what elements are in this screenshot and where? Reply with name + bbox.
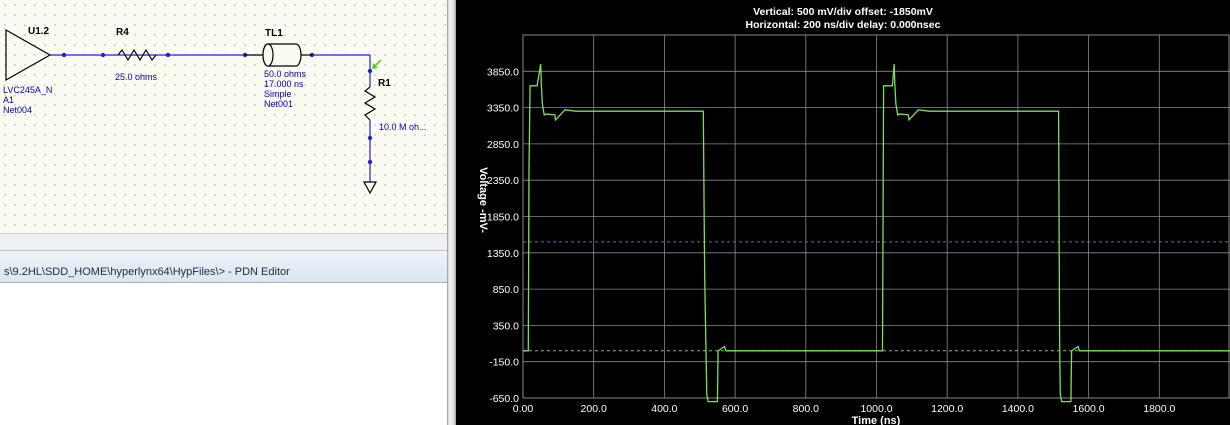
- ground-icon: [362, 181, 378, 195]
- pdn-editor-body[interactable]: [0, 283, 447, 425]
- oscilloscope-chart: Vertical: 500 mV/div offset: -1850mV Hor…: [477, 6, 1230, 425]
- pin-dot: [367, 68, 373, 74]
- x-tick-label: 1600.0: [1073, 403, 1105, 415]
- buffer-symbol-u1[interactable]: [5, 28, 52, 82]
- y-tick-label: 2850.0: [487, 139, 519, 151]
- u1-net-label: Net004: [3, 105, 32, 115]
- u1-pin-label: A1: [3, 95, 14, 105]
- junction-dots: [61, 52, 373, 165]
- x-axis-label: Time (ns): [852, 415, 901, 425]
- y-tick-label: 850.0: [493, 284, 519, 296]
- y-tick-label: 3850.0: [487, 66, 519, 78]
- transmission-line-symbol-tl1[interactable]: [245, 43, 312, 67]
- tl1-net-label: Net001: [264, 99, 293, 109]
- x-tick-label: 1200.0: [931, 403, 963, 415]
- window-splitter[interactable]: [447, 0, 456, 425]
- tick-labels: 0.00 200.0 400.0 600.0 800.0 1000.0 1200.0 1400…: [487, 66, 1176, 415]
- y-tick-label: -150.0: [489, 357, 519, 369]
- x-tick-label: 800.0: [793, 403, 819, 415]
- pdn-editor-title: s\9.2HL\SDD_HOME\hyperlynx64\HypFiles\> …: [4, 266, 290, 278]
- y-tick-label: 3350.0: [487, 103, 519, 115]
- oscilloscope-panel[interactable]: Vertical: 500 mV/div offset: -1850mV Hor…: [456, 0, 1230, 425]
- r4-value-label: 25.0 ohms: [115, 72, 158, 82]
- x-tick-label: 1000.0: [860, 403, 892, 415]
- pin-dot: [100, 52, 106, 58]
- r4-ref-label: R4: [116, 27, 129, 38]
- tl1-type-label: Simple: [264, 89, 292, 99]
- x-tick-label: 1800.0: [1143, 403, 1175, 415]
- tl1-ref-label: TL1: [265, 28, 283, 39]
- y-tick-label: 350.0: [493, 320, 519, 332]
- u1-ref-label: U1.2: [28, 26, 50, 37]
- y-tick-label: 2350.0: [487, 175, 519, 187]
- scope-horizontal-settings: Horizontal: 200 ns/div delay: 0.000nsec: [746, 19, 941, 31]
- scope-vertical-settings: Vertical: 500 mV/div offset: -1850mV: [753, 6, 933, 18]
- x-tick-label: 200.0: [581, 403, 607, 415]
- pin-dot: [165, 52, 171, 58]
- r1-ref-label: R1: [378, 78, 391, 89]
- net-wires: [50, 54, 371, 182]
- x-tick-label: 400.0: [651, 403, 677, 415]
- tl1-impedance-label: 50.0 ohms: [264, 69, 307, 79]
- tl1-delay-label: 17.000 ns: [264, 79, 304, 89]
- schematic-canvas[interactable]: U1.2 LVC245A_N A1 Net004 R4 25.0 ohms TL…: [0, 0, 448, 251]
- schematic-status-strip: [0, 233, 447, 251]
- resistor-symbol-r1[interactable]: [363, 86, 377, 121]
- pdn-editor-titlebar[interactable]: s\9.2HL\SDD_HOME\hyperlynx64\HypFiles\> …: [0, 250, 447, 283]
- schematic-drawing: U1.2 LVC245A_N A1 Net004 R4 25.0 ohms TL…: [3, 26, 427, 195]
- x-tick-label: 1400.0: [1002, 403, 1034, 415]
- y-tick-label: 1850.0: [487, 212, 519, 224]
- y-tick-label: -650.0: [489, 393, 519, 405]
- y-tick-label: 1350.0: [487, 248, 519, 260]
- x-tick-label: 600.0: [722, 403, 748, 415]
- r1-value-label: 10.0 M oh...: [379, 122, 427, 132]
- pin-dot: [61, 52, 67, 58]
- pin-dot: [367, 135, 373, 141]
- u1-model-label: LVC245A_N: [3, 85, 52, 95]
- grid: [522, 34, 1230, 399]
- probe-arrow-icon[interactable]: [372, 59, 382, 69]
- pin-dot: [367, 159, 373, 165]
